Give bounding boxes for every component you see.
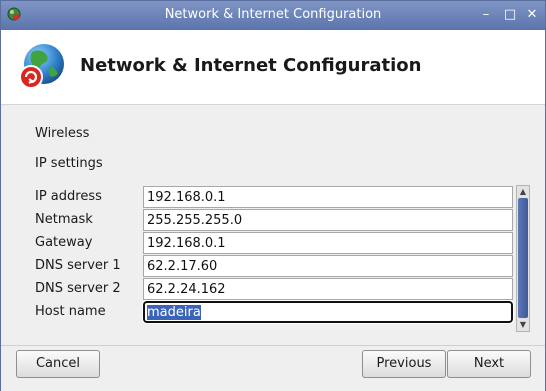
previous-button[interactable]: Previous (362, 350, 446, 378)
dns-server-2-input[interactable] (143, 278, 513, 300)
page-title: Network & Internet Configuration (80, 55, 422, 76)
dns-server-1-input[interactable] (143, 255, 513, 277)
vertical-scrollbar[interactable]: ▲ ▼ (516, 185, 530, 332)
gateway-input[interactable] (143, 232, 513, 254)
window-title: Network & Internet Configuration (164, 7, 382, 22)
page-header: Network & Internet Configuration (1, 30, 545, 105)
settings-panel: Wireless IP settings IP address Netmask … (1, 105, 545, 345)
title-bar[interactable]: Network & Internet Configuration – □ ✕ (1, 1, 545, 30)
globe-network-icon (19, 44, 64, 89)
scrollbar-thumb[interactable] (518, 198, 528, 318)
button-bar: Cancel Previous Next (1, 345, 545, 391)
field-label: IP address (35, 189, 102, 204)
cancel-button[interactable]: Cancel (16, 350, 100, 378)
netmask-input[interactable] (143, 209, 513, 231)
close-button[interactable]: ✕ (523, 6, 541, 24)
ip-address-input[interactable] (143, 186, 513, 208)
dialog-window: Network & Internet Configuration – □ ✕ N… (0, 0, 546, 391)
minimize-button[interactable]: – (477, 6, 495, 24)
section-ip-settings[interactable]: IP settings (35, 156, 103, 171)
field-label: Host name (35, 304, 106, 319)
field-label: Gateway (35, 235, 93, 250)
field-label: Netmask (35, 212, 93, 227)
field-label: DNS server 2 (35, 281, 121, 296)
section-wireless[interactable]: Wireless (35, 126, 89, 141)
next-button[interactable]: Next (447, 350, 531, 378)
scroll-down-arrow-icon[interactable]: ▼ (517, 319, 529, 331)
host-name-input[interactable] (142, 300, 514, 324)
field-label: DNS server 1 (35, 258, 121, 273)
scroll-up-arrow-icon[interactable]: ▲ (517, 186, 529, 198)
maximize-button[interactable]: □ (501, 6, 519, 24)
